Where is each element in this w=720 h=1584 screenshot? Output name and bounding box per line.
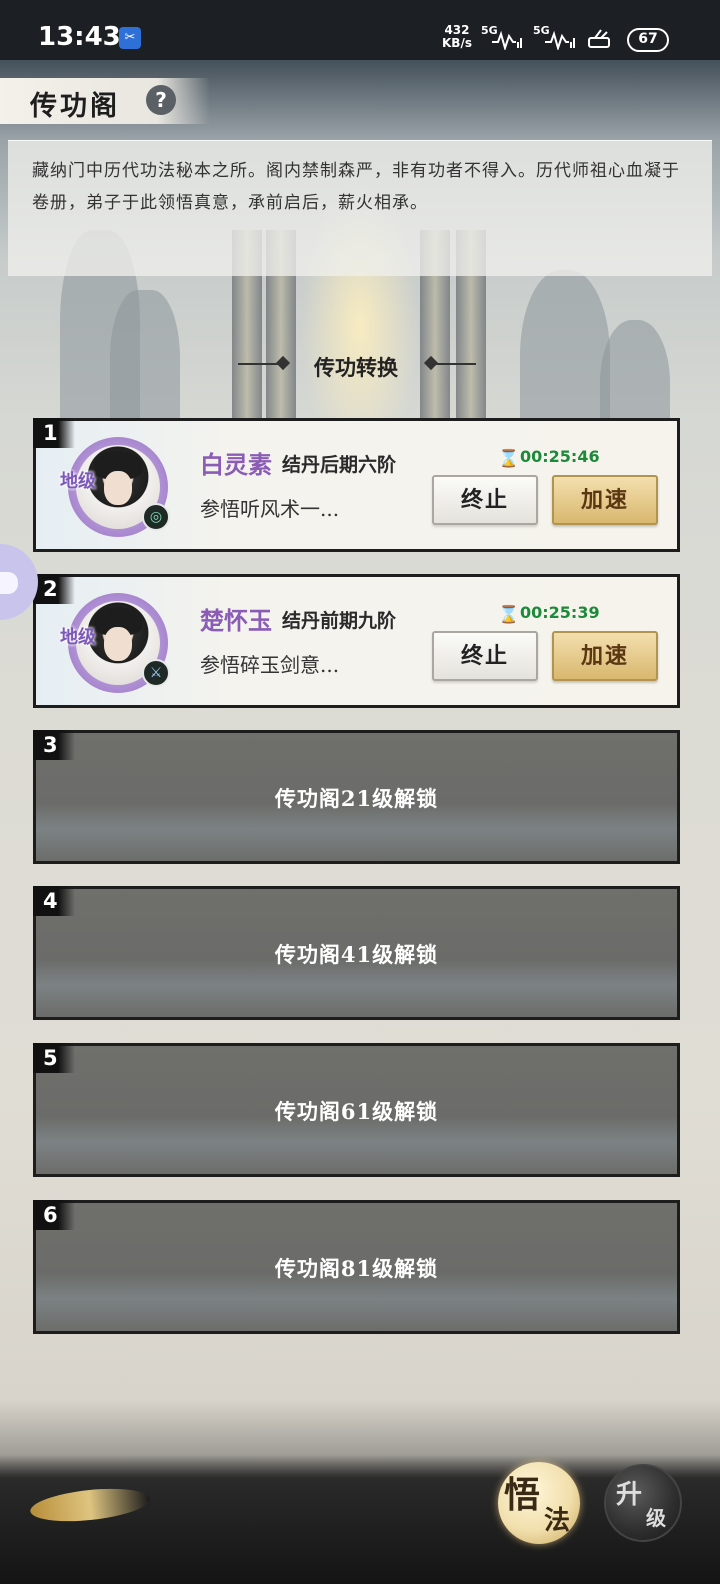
enlighten-label-1: 悟	[504, 1474, 541, 1516]
disciple-rank: 结丹后期六阶	[282, 454, 397, 476]
slot-index: 5	[33, 1043, 75, 1073]
network-speed-unit: KB/s	[442, 36, 472, 50]
upgrade-label-1: 升	[616, 1480, 643, 1510]
unlock-requirement: 传功阁81级解锁	[274, 1256, 439, 1281]
notification-app-icon: ✂	[119, 27, 141, 49]
hourglass-icon: ⌛	[498, 605, 520, 625]
locked-slot[interactable]: 5 传功阁61级解锁	[33, 1043, 680, 1177]
countdown-timer: 00:25:39	[520, 603, 600, 622]
locked-slot[interactable]: 3 传功阁21级解锁	[33, 730, 680, 864]
hourglass-icon: ⌛	[498, 449, 520, 469]
slot-index: 2	[33, 574, 75, 604]
grade-badge: 地级	[60, 627, 96, 648]
signal-strength-icon	[492, 30, 522, 50]
countdown-timer: 00:25:46	[520, 447, 600, 466]
slot-index: 3	[33, 730, 75, 760]
unlock-requirement: 传功阁61级解锁	[274, 1099, 439, 1124]
slot-index: 1	[33, 418, 75, 448]
speed-up-button[interactable]: 加速	[552, 475, 658, 525]
disciple-name: 楚怀玉	[200, 606, 272, 635]
speed-up-button[interactable]: 加速	[552, 631, 658, 681]
status-bar: 13:43 ✂ 432 KB/s 5G 5G 67	[0, 0, 720, 60]
battery-indicator: 67	[627, 28, 669, 52]
slot-index: 6	[33, 1200, 75, 1230]
grade-badge: 地级	[60, 471, 96, 492]
locked-slot[interactable]: 6 传功阁81级解锁	[33, 1200, 680, 1334]
enlighten-label-2: 法	[544, 1506, 571, 1536]
avatar-face	[104, 471, 132, 505]
upgrade-label-2: 级	[646, 1506, 666, 1530]
training-slot: 1 地级 ◎ 白灵素 结丹后期六阶 参悟听风术一... ⌛ 00:25:46 终…	[33, 418, 680, 552]
locked-slot[interactable]: 4 传功阁41级解锁	[33, 886, 680, 1020]
disciple-task: 参悟听风术一...	[200, 497, 340, 521]
sword-element-icon: ⚔	[142, 659, 170, 687]
avatar-face	[104, 627, 132, 661]
disciple-rank: 结丹前期九阶	[282, 610, 397, 632]
page-title: 传功阁	[30, 91, 120, 122]
network-speed: 432 KB/s	[442, 24, 472, 50]
signal-strength-icon-2	[545, 30, 575, 50]
training-slot: 2 地级 ⚔ 楚怀玉 结丹前期九阶 参悟碎玉剑意... ⌛ 00:25:39 终…	[33, 574, 680, 708]
unlock-requirement: 传功阁21级解锁	[274, 786, 439, 811]
disciple-name: 白灵素	[200, 450, 272, 479]
wind-element-icon: ◎	[142, 503, 170, 531]
description-text: 藏纳门中历代功法秘本之所。阁内禁制森严，非有功者不得入。历代师祖心血凝于卷册，弟…	[32, 161, 680, 213]
disciple-task: 参悟碎玉剑意...	[200, 653, 340, 677]
help-icon[interactable]: ?	[146, 85, 176, 115]
slot-index: 4	[33, 886, 75, 916]
stop-button[interactable]: 终止	[432, 475, 538, 525]
router-icon	[588, 29, 610, 48]
unlock-requirement: 传功阁41级解锁	[274, 942, 439, 967]
section-title: 传功转换	[314, 355, 398, 380]
stop-button[interactable]: 终止	[432, 631, 538, 681]
status-time: 13:43	[38, 22, 121, 52]
gamepad-icon	[0, 572, 18, 594]
